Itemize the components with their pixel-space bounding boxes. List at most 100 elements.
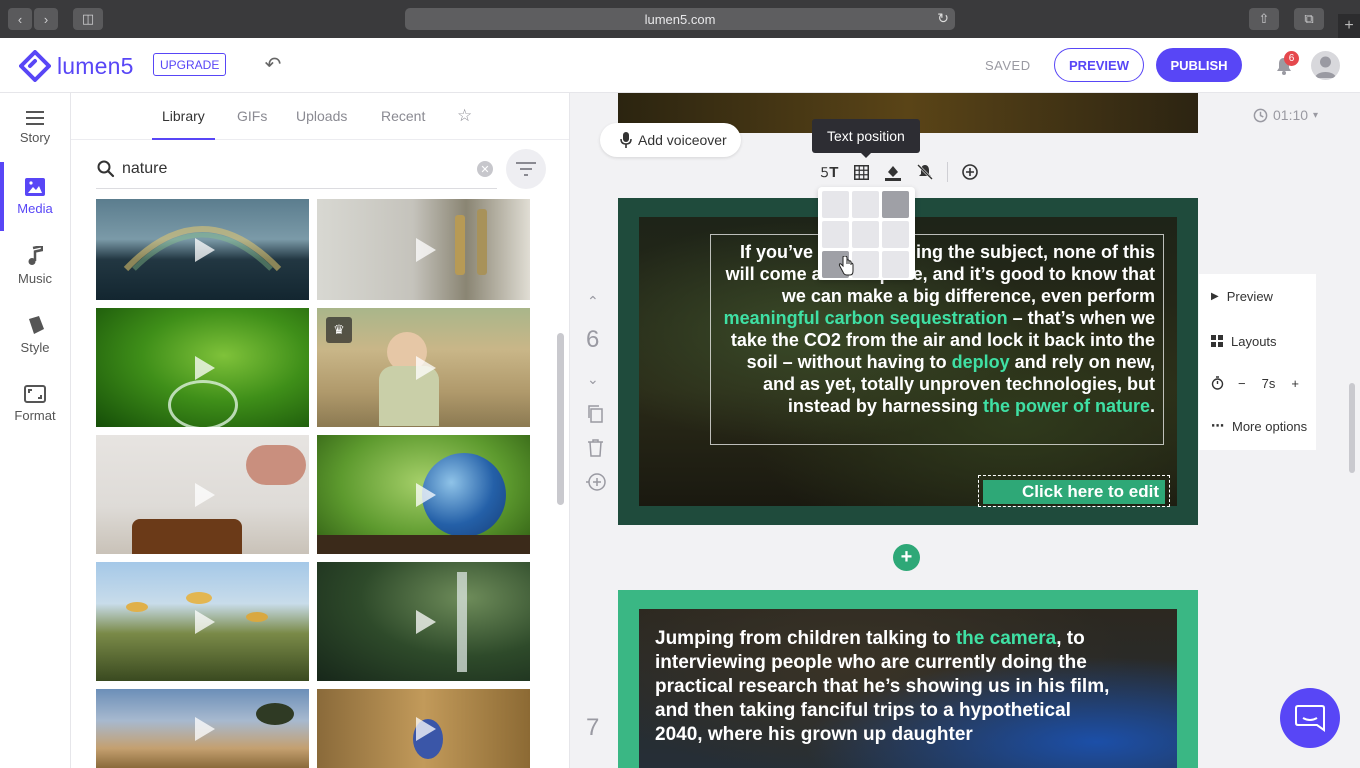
logo[interactable]: lumen5 <box>19 50 134 82</box>
text-size-icon[interactable]: 𝟻T <box>813 157 845 187</box>
upgrade-button[interactable]: UPGRADE <box>153 53 227 76</box>
sidebar-toggle-icon[interactable]: ◫ <box>73 8 103 30</box>
text-position-icon[interactable] <box>845 157 877 187</box>
scene-number: 7 <box>586 714 600 741</box>
media-thumbnail-earth-sprout[interactable] <box>317 435 530 554</box>
layouts-label: Layouts <box>1231 333 1277 349</box>
chat-support-button[interactable] <box>1280 688 1340 748</box>
scene-7[interactable]: Jumping from children talking to the cam… <box>618 590 1198 768</box>
tab-recent[interactable]: Recent <box>381 108 425 124</box>
scene-6-text[interactable]: If you’ve been watching the subject, non… <box>711 241 1155 417</box>
nav-label: Style <box>20 339 50 355</box>
position-bottom-center[interactable] <box>852 251 879 278</box>
text-position-grid <box>818 187 915 280</box>
trash-icon[interactable] <box>587 439 604 457</box>
image-icon <box>25 177 45 196</box>
scene-preview-button[interactable]: ▶ Preview <box>1211 286 1273 306</box>
position-middle-right[interactable] <box>882 221 909 248</box>
scene-text-segment: If you’ve been watching the subject, non… <box>725 242 1155 306</box>
reload-icon[interactable]: ↻ <box>937 10 949 27</box>
back-icon[interactable]: ‹ <box>8 8 32 30</box>
move-down-icon[interactable]: ⌄ <box>587 371 599 388</box>
media-thumbnail-kangaroo[interactable] <box>96 689 309 768</box>
media-thumbnail-dandelions[interactable] <box>96 562 309 681</box>
preview-button[interactable]: PREVIEW <box>1054 48 1144 82</box>
media-tabs: Library GIFs Uploads Recent ☆ <box>71 93 569 140</box>
fill-color-icon[interactable] <box>877 157 909 187</box>
nav-item-music[interactable]: Music <box>0 231 70 300</box>
media-thumbnail-ocean-rainbow[interactable] <box>96 199 309 300</box>
scene-duration-value: 7s <box>1261 375 1276 391</box>
decrease-duration-button[interactable]: − <box>1238 376 1246 391</box>
nav-item-format[interactable]: Format <box>0 369 70 438</box>
editor-scrollbar[interactable] <box>1349 383 1355 473</box>
avatar[interactable] <box>1311 51 1340 80</box>
saved-status: SAVED <box>985 58 1031 73</box>
increase-duration-button[interactable]: + <box>1291 376 1299 391</box>
cta-button[interactable]: Click here to edit <box>983 480 1165 504</box>
scene-number: 6 <box>586 326 600 353</box>
media-thumbnail-honey-jar[interactable] <box>96 435 309 554</box>
mute-highlight-icon[interactable] <box>909 157 941 187</box>
scene-7-text[interactable]: Jumping from children talking to the cam… <box>655 627 1115 747</box>
nav-item-media[interactable]: Media <box>0 162 70 231</box>
tabs-overview-icon[interactable]: ⧉ <box>1294 8 1324 30</box>
clear-search-icon[interactable]: ✕ <box>477 161 493 177</box>
microphone-icon <box>620 132 632 148</box>
add-voiceover-button[interactable]: Add voiceover <box>600 123 741 157</box>
publish-button[interactable]: PUBLISH <box>1156 48 1242 82</box>
duplicate-icon[interactable] <box>587 405 604 423</box>
star-icon[interactable]: ☆ <box>457 106 472 126</box>
position-middle-center[interactable] <box>852 221 879 248</box>
tab-uploads[interactable]: Uploads <box>296 108 347 124</box>
media-scrollbar[interactable] <box>557 333 564 505</box>
video-duration[interactable]: 01:10 ▾ <box>1253 107 1318 123</box>
tab-gifs[interactable]: GIFs <box>237 108 267 124</box>
new-tab-icon[interactable]: + <box>1338 14 1360 38</box>
position-bottom-right[interactable] <box>882 251 909 278</box>
scene-6-text-box[interactable]: If you’ve been watching the subject, non… <box>710 234 1164 445</box>
play-icon <box>415 716 436 741</box>
media-grid: ♛ <box>96 199 532 768</box>
highlighted-text: deploy <box>951 352 1010 372</box>
notification-badge: 6 <box>1284 51 1299 66</box>
nav-item-style[interactable]: Style <box>0 300 70 369</box>
nav-label: Media <box>17 200 53 216</box>
app-header: lumen5 UPGRADE ↶ SAVED PREVIEW PUBLISH 6 <box>0 38 1360 93</box>
filter-button[interactable] <box>506 149 546 189</box>
play-small-icon: ▶ <box>1211 290 1219 302</box>
add-scene-button[interactable]: + <box>893 544 920 571</box>
voiceover-label: Add voiceover <box>638 132 727 148</box>
play-icon <box>415 482 436 507</box>
position-middle-left[interactable] <box>822 221 849 248</box>
frame-icon <box>24 384 46 403</box>
nav-item-story[interactable]: Story <box>0 93 70 162</box>
play-icon <box>194 716 215 741</box>
position-top-center[interactable] <box>852 191 879 218</box>
clock-icon <box>1253 108 1268 122</box>
move-up-icon[interactable]: ⌃ <box>587 293 599 310</box>
media-thumbnail-waterfall[interactable] <box>317 562 530 681</box>
share-icon[interactable]: ⇧ <box>1249 8 1279 30</box>
add-element-icon[interactable] <box>954 157 986 187</box>
scene-text-segment: Jumping from children talking to <box>655 628 956 649</box>
layouts-button[interactable]: Layouts <box>1211 331 1277 351</box>
cta-box[interactable]: Click here to edit <box>978 475 1170 507</box>
forward-icon[interactable]: › <box>34 8 58 30</box>
media-thumbnail-leaf-drop[interactable] <box>96 308 309 427</box>
undo-icon[interactable]: ↶ <box>262 53 284 76</box>
play-icon <box>194 355 215 380</box>
add-scene-after-icon[interactable] <box>585 472 607 492</box>
duration-value: 01:10 <box>1273 107 1309 123</box>
address-bar[interactable]: lumen5.com ↻ <box>405 8 955 30</box>
media-thumbnail-bird[interactable] <box>317 689 530 768</box>
media-thumbnail-child-field[interactable]: ♛ <box>317 308 530 427</box>
position-top-right[interactable] <box>882 191 909 218</box>
search-input[interactable] <box>122 157 462 181</box>
more-options-button[interactable]: ⋯ More options <box>1211 416 1307 436</box>
ellipsis-icon: ⋯ <box>1211 418 1224 433</box>
position-top-left[interactable] <box>822 191 849 218</box>
scene-7-background: Jumping from children talking to the cam… <box>639 609 1177 768</box>
tab-library[interactable]: Library <box>152 108 215 140</box>
media-thumbnail-bottles[interactable] <box>317 199 530 300</box>
